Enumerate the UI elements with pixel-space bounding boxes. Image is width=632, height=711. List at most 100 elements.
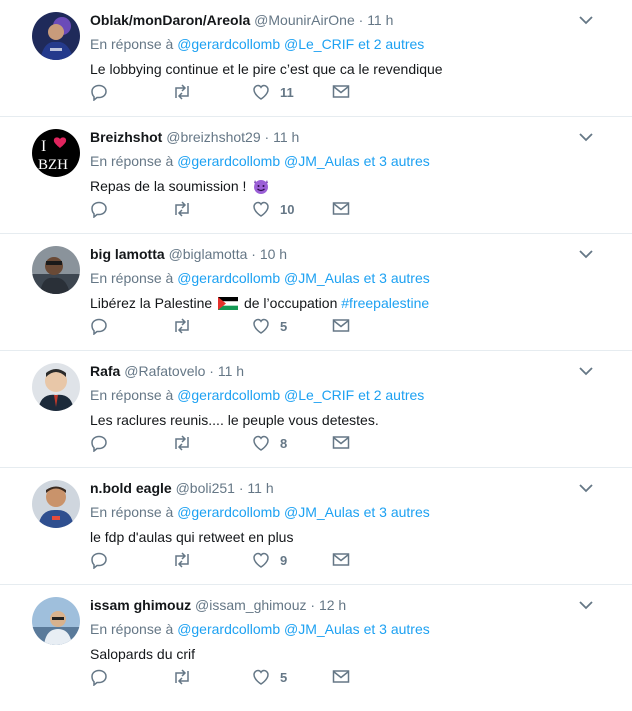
reply-button[interactable] bbox=[90, 433, 108, 453]
direct-message-button[interactable] bbox=[332, 550, 350, 570]
retweet-icon bbox=[175, 669, 189, 685]
tweet-feed: Oblak/monDaron/Areola @MounirAirOne · 11… bbox=[0, 0, 632, 702]
display-name[interactable]: n.bold eagle bbox=[90, 480, 172, 496]
reply-icon bbox=[91, 84, 107, 101]
timestamp[interactable]: 11 h bbox=[367, 12, 393, 28]
separator-dot: · bbox=[358, 12, 364, 28]
like-icon bbox=[253, 84, 269, 100]
reply-others-link[interactable]: et 2 autres bbox=[358, 36, 424, 52]
avatar[interactable] bbox=[32, 246, 80, 294]
reply-user-link[interactable]: @Le_CRIF bbox=[284, 36, 354, 52]
timestamp[interactable]: 12 h bbox=[319, 597, 346, 613]
hashtag-link[interactable]: #freepalestine bbox=[341, 295, 429, 311]
user-handle[interactable]: @boli251 bbox=[176, 480, 235, 496]
tweet-text: Libérez la Palestine de l’occupation #fr… bbox=[90, 293, 592, 313]
tweet[interactable]: Rafa @Rafatovelo · 11 h En réponse à @ge… bbox=[0, 351, 632, 468]
reply-user-link[interactable]: @gerardcollomb bbox=[177, 504, 280, 520]
retweet-button[interactable] bbox=[172, 433, 192, 453]
tweet[interactable]: I BZH Breizhshot @breizhshot29 · 11 h En… bbox=[0, 117, 632, 234]
reply-user-link[interactable]: @Le_CRIF bbox=[284, 387, 354, 403]
timestamp[interactable]: 11 h bbox=[218, 363, 244, 379]
tweet-text: Les raclures reunis.... le peuple vous d… bbox=[90, 412, 379, 428]
separator-dot: · bbox=[310, 597, 316, 613]
reply-button[interactable] bbox=[90, 82, 108, 102]
reply-user-link[interactable]: @gerardcollomb bbox=[177, 153, 280, 169]
like-button[interactable]: 9 bbox=[252, 550, 287, 570]
reply-user-link[interactable]: @JM_Aulas bbox=[284, 621, 360, 637]
avatar[interactable] bbox=[32, 480, 80, 528]
user-handle[interactable]: @Rafatovelo bbox=[124, 363, 205, 379]
tweet[interactable]: n.bold eagle @boli251 · 11 h En réponse … bbox=[0, 468, 632, 585]
direct-message-button[interactable] bbox=[332, 199, 350, 219]
reply-user-link[interactable]: @JM_Aulas bbox=[284, 270, 360, 286]
retweet-button[interactable] bbox=[172, 550, 192, 570]
reply-others-link[interactable]: et 3 autres bbox=[364, 153, 430, 169]
direct-message-button[interactable] bbox=[332, 433, 350, 453]
timestamp[interactable]: 10 h bbox=[260, 246, 287, 262]
reply-user-link[interactable]: @gerardcollomb bbox=[177, 36, 280, 52]
like-button[interactable]: 5 bbox=[252, 316, 287, 336]
avatar[interactable]: I BZH bbox=[32, 129, 80, 177]
chevron-down-icon[interactable] bbox=[578, 482, 594, 494]
like-button[interactable]: 10 bbox=[252, 199, 294, 219]
user-handle[interactable]: @MounirAirOne bbox=[254, 12, 355, 28]
reply-button[interactable] bbox=[90, 667, 108, 687]
direct-message-button[interactable] bbox=[332, 667, 350, 687]
like-button[interactable]: 5 bbox=[252, 667, 287, 687]
reply-context: En réponse à @gerardcollomb @Le_CRIF et … bbox=[90, 35, 592, 53]
tweet-text-after: de l’occupation bbox=[243, 295, 338, 311]
display-name[interactable]: Oblak/monDaron/Areola bbox=[90, 12, 250, 28]
chevron-down-icon[interactable] bbox=[578, 599, 594, 611]
timestamp[interactable]: 11 h bbox=[273, 129, 299, 145]
reply-others-link[interactable]: et 3 autres bbox=[364, 504, 430, 520]
reply-prefix: En réponse à bbox=[90, 270, 174, 286]
like-icon bbox=[253, 435, 269, 451]
reply-context: En réponse à @gerardcollomb @JM_Aulas et… bbox=[90, 620, 592, 638]
reply-user-link[interactable]: @gerardcollomb bbox=[177, 621, 280, 637]
tweet-header: Breizhshot @breizhshot29 · 11 h bbox=[90, 128, 592, 146]
display-name[interactable]: Rafa bbox=[90, 363, 120, 379]
chevron-down-icon[interactable] bbox=[578, 365, 594, 377]
tweet-text: Repas de la soumission ! bbox=[90, 176, 592, 200]
reply-user-link[interactable]: @gerardcollomb bbox=[177, 387, 280, 403]
reply-user-link[interactable]: @JM_Aulas bbox=[284, 504, 360, 520]
reply-user-link[interactable]: @JM_Aulas bbox=[284, 153, 360, 169]
reply-button[interactable] bbox=[90, 550, 108, 570]
tweet[interactable]: big lamotta @biglamotta · 10 h En répons… bbox=[0, 234, 632, 351]
reply-others-link[interactable]: et 2 autres bbox=[358, 387, 424, 403]
reply-others-link[interactable]: et 3 autres bbox=[364, 270, 430, 286]
tweet-header: issam ghimouz @issam_ghimouz · 12 h bbox=[90, 596, 592, 614]
retweet-button[interactable] bbox=[172, 82, 192, 102]
avatar[interactable] bbox=[32, 12, 80, 60]
direct-message-button[interactable] bbox=[332, 82, 350, 102]
tweet[interactable]: issam ghimouz @issam_ghimouz · 12 h En r… bbox=[0, 585, 632, 702]
palestine-flag-icon bbox=[218, 297, 239, 310]
like-button[interactable]: 8 bbox=[252, 433, 287, 453]
retweet-button[interactable] bbox=[172, 199, 192, 219]
display-name[interactable]: big lamotta bbox=[90, 246, 165, 262]
avatar[interactable] bbox=[32, 597, 80, 645]
chevron-down-icon[interactable] bbox=[578, 14, 594, 26]
reply-user-link[interactable]: @gerardcollomb bbox=[177, 270, 280, 286]
direct-message-button[interactable] bbox=[332, 316, 350, 336]
tweet[interactable]: Oblak/monDaron/Areola @MounirAirOne · 11… bbox=[0, 0, 632, 117]
avatar[interactable] bbox=[32, 363, 80, 411]
retweet-button[interactable] bbox=[172, 316, 192, 336]
separator-dot: · bbox=[238, 480, 244, 496]
chevron-down-icon[interactable] bbox=[578, 248, 594, 260]
user-handle[interactable]: @issam_ghimouz bbox=[195, 597, 306, 613]
timestamp[interactable]: 11 h bbox=[247, 480, 273, 496]
retweet-icon bbox=[175, 552, 189, 568]
retweet-button[interactable] bbox=[172, 667, 192, 687]
display-name[interactable]: issam ghimouz bbox=[90, 597, 191, 613]
reply-others-link[interactable]: et 3 autres bbox=[364, 621, 430, 637]
user-handle[interactable]: @breizhshot29 bbox=[166, 129, 260, 145]
like-icon bbox=[253, 318, 269, 334]
like-count: 5 bbox=[280, 318, 288, 334]
chevron-down-icon[interactable] bbox=[578, 131, 594, 143]
reply-button[interactable] bbox=[90, 316, 108, 336]
user-handle[interactable]: @biglamotta bbox=[169, 246, 248, 262]
reply-button[interactable] bbox=[90, 199, 108, 219]
display-name[interactable]: Breizhshot bbox=[90, 129, 162, 145]
like-button[interactable]: 11 bbox=[252, 82, 294, 102]
